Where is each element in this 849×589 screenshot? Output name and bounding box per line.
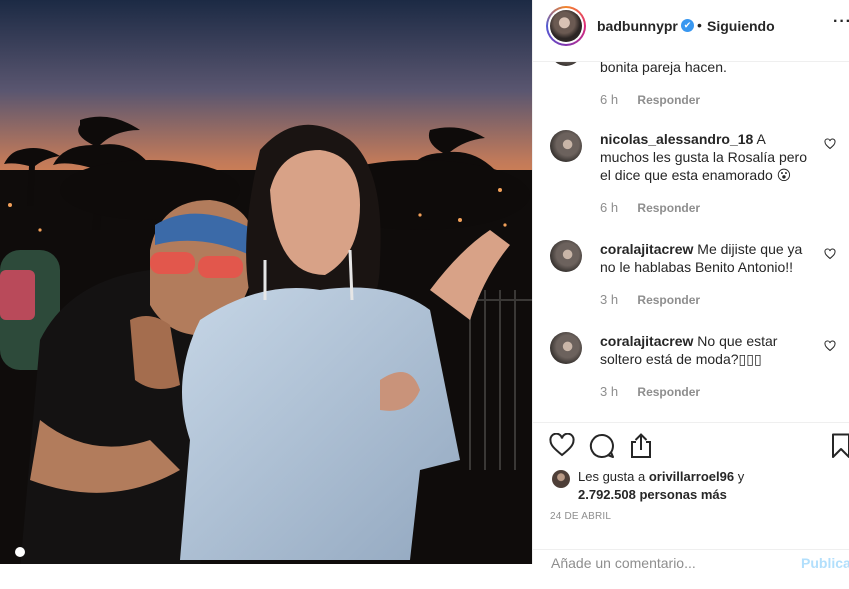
comment-text: coralajitacrew Me dijiste que ya no le h…: [600, 241, 803, 275]
post-photo[interactable]: [0, 0, 532, 564]
post-side-panel: badbunnypr ✔ • Siguiendo ··· bonita pare…: [532, 0, 849, 572]
heart-icon[interactable]: [549, 433, 575, 457]
comment-avatar[interactable]: [550, 130, 582, 162]
publish-button[interactable]: Publicar: [801, 555, 849, 571]
reply-button[interactable]: Responder: [637, 201, 700, 215]
reply-button[interactable]: Responder: [637, 93, 700, 107]
comment-text: coralajitacrew No que estar soltero está…: [600, 333, 778, 367]
more-options-icon[interactable]: ···: [833, 14, 849, 30]
post-date: 24 DE ABRIL: [550, 511, 612, 522]
add-comment-bar: Publicar: [533, 549, 849, 589]
comment-username[interactable]: nicolas_alessandro_18: [600, 131, 753, 147]
following-button[interactable]: Siguiendo: [707, 18, 775, 34]
header-username[interactable]: badbunnypr: [597, 18, 678, 34]
post-header: badbunnypr ✔ • Siguiendo ···: [533, 0, 849, 62]
profile-avatar[interactable]: [546, 6, 586, 46]
comment-like-icon[interactable]: [824, 340, 836, 352]
reply-button[interactable]: Responder: [637, 385, 700, 399]
comment-time: 3 h: [600, 384, 619, 399]
share-icon[interactable]: [629, 433, 653, 459]
comment-time: 6 h: [600, 200, 619, 215]
comment-text: nicolas_alessandro_18 A muchos les gusta…: [600, 131, 807, 183]
verified-badge-icon: ✔: [681, 19, 694, 32]
comment-avatar[interactable]: [550, 332, 582, 364]
liker-avatar[interactable]: [552, 470, 570, 488]
comment-avatar[interactable]: [550, 62, 582, 66]
comment-username[interactable]: coralajitacrew: [600, 333, 693, 349]
comment-like-icon[interactable]: [824, 138, 836, 150]
comment-meta: 3 h Responder: [600, 292, 700, 307]
comment-icon[interactable]: [589, 433, 615, 459]
comment-meta: 6 h Responder: [600, 200, 700, 215]
reply-button[interactable]: Responder: [637, 293, 700, 307]
comments-list[interactable]: bonita pareja hacen. 6 h Responder nicol…: [533, 62, 849, 422]
post-actions: Les gusta a orivillarroel96 y 2.792.508 …: [533, 422, 849, 572]
likes-summary: Les gusta a orivillarroel96 y 2.792.508 …: [578, 469, 745, 502]
header-separator: •: [697, 17, 702, 33]
comment-time: 6 h: [600, 92, 619, 107]
bookmark-icon[interactable]: [831, 433, 849, 459]
comment-time: 3 h: [600, 292, 619, 307]
comment-text: bonita pareja hacen.: [600, 62, 727, 75]
comment-meta: 6 h Responder: [600, 92, 700, 107]
comment-meta: 3 h Responder: [600, 384, 700, 399]
comment-avatar[interactable]: [550, 240, 582, 272]
comment-username[interactable]: coralajitacrew: [600, 241, 693, 257]
comment-input[interactable]: [549, 554, 773, 572]
likes-count[interactable]: 2.792.508 personas más: [578, 487, 727, 502]
comment-like-icon[interactable]: [824, 248, 836, 260]
liker-username[interactable]: orivillarroel96: [649, 469, 734, 484]
